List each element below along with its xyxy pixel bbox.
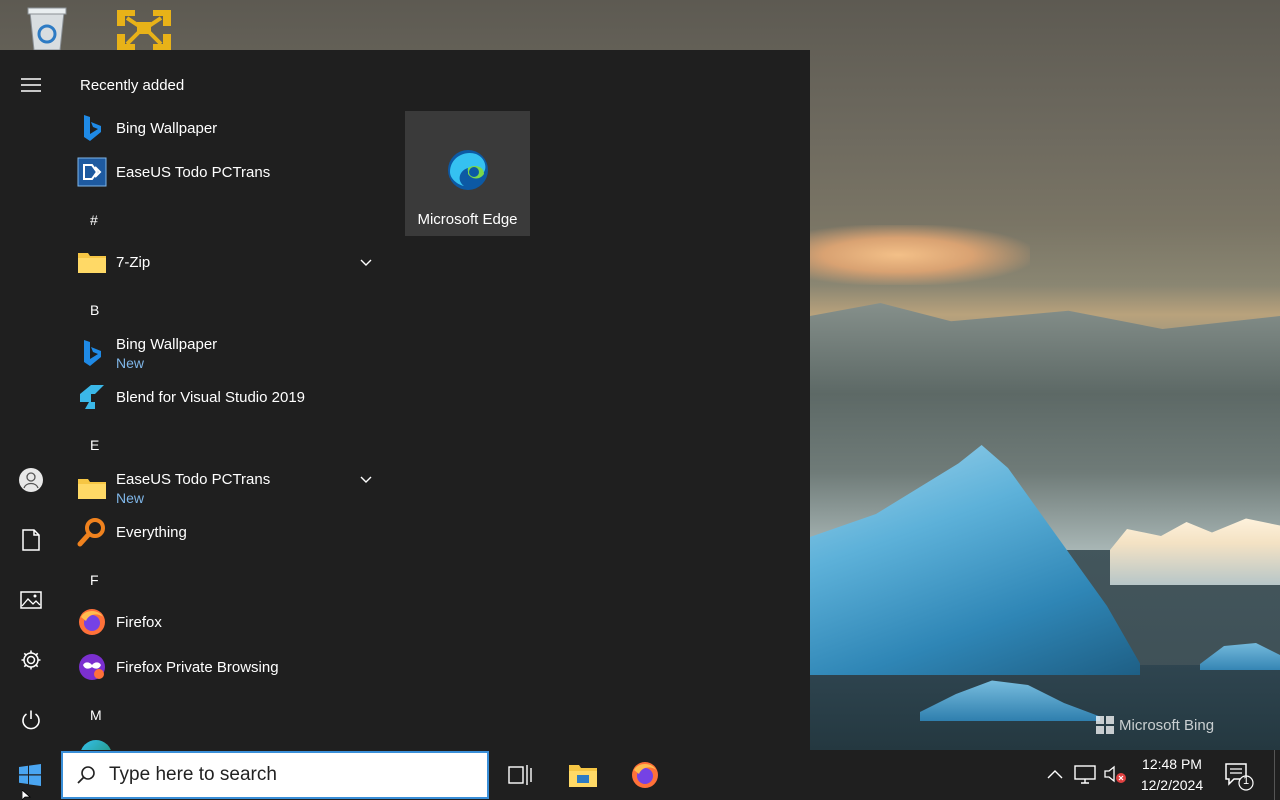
app-blend-vs2019[interactable]: Blend for Visual Studio 2019 (76, 377, 386, 417)
action-center-button[interactable]: 1 (1222, 759, 1254, 791)
file-explorer-icon (569, 765, 597, 787)
bing-icon (76, 112, 108, 144)
microsoft-logo-icon (1096, 716, 1114, 734)
clock-time: 12:48 PM (1142, 756, 1202, 772)
task-view-icon (508, 765, 532, 785)
notification-count: 1 (1242, 775, 1250, 787)
recently-added-heading: Recently added (80, 77, 185, 94)
documents-icon[interactable] (14, 523, 48, 557)
chevron-down-icon[interactable] (360, 471, 372, 489)
app-partial-icon (80, 740, 112, 750)
vmware-icon[interactable] (113, 4, 173, 50)
app-label: Bing Wallpaper (116, 119, 218, 137)
app-label: Firefox Private Browsing (116, 658, 279, 676)
user-account-icon[interactable] (14, 463, 48, 497)
app-label: 7-Zip (116, 253, 151, 271)
app-easeus-folder[interactable]: EaseUS Todo PCTrans New (76, 465, 386, 511)
folder-icon (76, 472, 108, 504)
new-badge: New (116, 489, 145, 506)
app-label: EaseUS Todo PCTrans (116, 470, 271, 488)
taskbar: 12:48 PM 12/2/2024 1 (0, 750, 1280, 800)
app-label: Everything (116, 523, 187, 541)
recycle-bin-icon[interactable] (22, 4, 82, 51)
task-view-button[interactable] (495, 750, 545, 800)
group-letter-hash[interactable]: # (90, 212, 98, 228)
firefox-taskbar-button[interactable] (620, 750, 670, 800)
app-label: Bing Wallpaper (116, 335, 218, 353)
watermark-text: Microsoft Bing (1119, 716, 1215, 734)
chevron-up-icon[interactable] (1043, 762, 1067, 786)
app-firefox[interactable]: Firefox (76, 602, 386, 642)
new-badge: New (116, 354, 145, 371)
start-rail (0, 50, 62, 750)
app-label: Firefox (116, 613, 162, 631)
group-letter-e[interactable]: E (90, 437, 99, 453)
app-easeus-recent[interactable]: EaseUS Todo PCTrans (76, 152, 386, 192)
group-letter-f[interactable]: F (90, 572, 99, 588)
blend-icon (76, 381, 108, 413)
everything-icon (76, 516, 108, 548)
firefox-icon (632, 762, 658, 788)
power-icon[interactable] (14, 703, 48, 737)
firefox-icon (76, 606, 108, 638)
folder-icon (76, 246, 108, 278)
app-list[interactable]: Recently added Bing Wallpaper EaseUS Tod… (62, 50, 392, 750)
bing-icon (76, 337, 108, 369)
mouse-cursor-icon (22, 790, 32, 800)
search-box[interactable] (61, 751, 489, 799)
search-icon (63, 752, 109, 798)
settings-gear-icon[interactable] (14, 643, 48, 677)
pictures-icon[interactable] (14, 583, 48, 617)
group-letter-b[interactable]: B (90, 302, 99, 318)
wallpaper-cloud (810, 225, 1030, 285)
hamburger-menu-icon[interactable] (14, 68, 48, 102)
tile-microsoft-edge[interactable]: Microsoft Edge (405, 111, 530, 236)
firefox-private-icon (76, 651, 108, 683)
tile-label: Microsoft Edge (417, 211, 518, 228)
network-icon[interactable] (1073, 762, 1097, 786)
windows-logo-icon (19, 764, 41, 786)
wallpaper-iceberg-far (1200, 643, 1280, 670)
wallpaper-mountain (810, 303, 1280, 550)
group-letter-m[interactable]: M (90, 707, 102, 723)
start-menu: Recently added Bing Wallpaper EaseUS Tod… (0, 50, 810, 750)
chevron-down-icon[interactable] (360, 254, 372, 272)
edge-icon (446, 148, 490, 197)
app-bing-wallpaper-recent[interactable]: Bing Wallpaper (76, 108, 386, 148)
app-everything[interactable]: Everything (76, 512, 386, 552)
app-7zip-folder[interactable]: 7-Zip (76, 242, 386, 282)
clock-date: 12/2/2024 (1140, 777, 1204, 793)
app-firefox-private[interactable]: Firefox Private Browsing (76, 647, 386, 687)
bing-watermark: Microsoft Bing (1096, 716, 1214, 734)
show-desktop-button[interactable] (1274, 750, 1280, 800)
app-bing-wallpaper[interactable]: Bing Wallpaper New (76, 330, 386, 376)
app-label: EaseUS Todo PCTrans (116, 163, 271, 181)
app-label: Blend for Visual Studio 2019 (116, 388, 306, 406)
easeus-icon (76, 156, 108, 188)
volume-muted-icon[interactable] (1103, 762, 1127, 786)
search-input[interactable] (109, 764, 469, 786)
file-explorer-button[interactable] (558, 750, 608, 800)
clock[interactable]: 12:48 PM 12/2/2024 (1132, 754, 1212, 796)
